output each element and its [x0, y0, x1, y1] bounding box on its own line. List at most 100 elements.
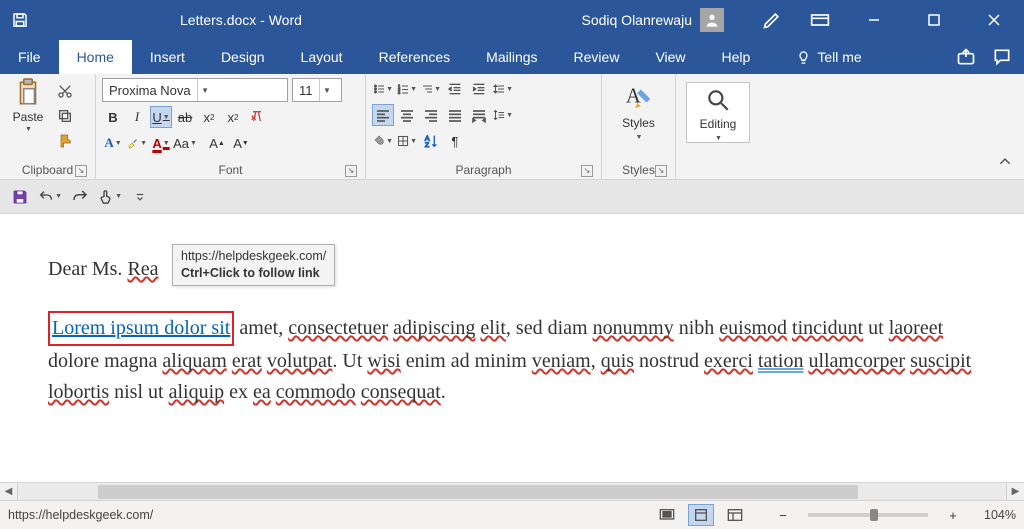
change-case-button[interactable]: Aa▼: [174, 132, 196, 154]
lightbulb-icon: [796, 50, 811, 65]
numbering-button[interactable]: 123▼: [396, 78, 418, 100]
font-launcher-icon[interactable]: ↘: [345, 165, 357, 177]
increase-indent-button[interactable]: [468, 78, 490, 100]
zoom-out-button[interactable]: −: [772, 504, 794, 526]
paste-button[interactable]: Paste ▼: [6, 78, 50, 152]
share-icon[interactable]: [956, 47, 976, 67]
decrease-indent-button[interactable]: [444, 78, 466, 100]
ribbon-tab-bar: File Home Insert Design Layout Reference…: [0, 40, 1024, 74]
save-button[interactable]: [8, 185, 32, 209]
highlight-box: Lorem ipsum dolor sit: [48, 311, 234, 346]
tab-design[interactable]: Design: [203, 40, 283, 74]
highlight-button[interactable]: ▼: [126, 132, 148, 154]
shrink-font-button[interactable]: A▼: [230, 132, 252, 154]
draw-mode-icon[interactable]: [748, 0, 796, 40]
paragraph-spacing-button[interactable]: ▼: [492, 104, 514, 126]
subscript-button[interactable]: x2: [198, 106, 220, 128]
touch-mode-button[interactable]: ▼: [98, 185, 122, 209]
underline-button[interactable]: U▼: [150, 106, 172, 128]
hyperlink-tooltip: https://helpdeskgeek.com/ Ctrl+Click to …: [172, 244, 335, 286]
bold-button[interactable]: B: [102, 106, 124, 128]
svg-text:3: 3: [398, 90, 401, 95]
chevron-down-icon: ▼: [715, 135, 722, 142]
tab-insert[interactable]: Insert: [132, 40, 203, 74]
scroll-right-button[interactable]: ▶: [1006, 483, 1024, 501]
align-right-button[interactable]: [420, 104, 442, 126]
editing-button[interactable]: Editing ▼: [686, 82, 750, 143]
status-bar: https://helpdeskgeek.com/ − + 104%: [0, 500, 1024, 529]
close-button[interactable]: [964, 0, 1024, 40]
title-bar: Letters.docx - Word Sodiq Olanrewaju: [0, 0, 1024, 40]
font-size-combo[interactable]: 11 ▼: [292, 78, 342, 102]
sort-button[interactable]: AZ: [420, 130, 442, 152]
zoom-in-button[interactable]: +: [942, 504, 964, 526]
horizontal-scrollbar[interactable]: ◀ ▶: [0, 482, 1024, 500]
tab-mailings[interactable]: Mailings: [468, 40, 555, 74]
print-layout-view-button[interactable]: [688, 504, 714, 526]
clipboard-launcher-icon[interactable]: ↘: [75, 165, 87, 177]
clear-formatting-button[interactable]: [246, 106, 268, 128]
line-spacing-button[interactable]: ▼: [492, 78, 514, 100]
scroll-thumb[interactable]: [98, 485, 858, 499]
group-clipboard: Paste ▼ Clipboard ↘: [0, 74, 96, 179]
tab-help[interactable]: Help: [704, 40, 769, 74]
superscript-button[interactable]: x2: [222, 106, 244, 128]
tab-layout[interactable]: Layout: [283, 40, 361, 74]
undo-button[interactable]: ▼: [38, 185, 62, 209]
tab-view[interactable]: View: [637, 40, 703, 74]
bullets-button[interactable]: ▼: [372, 78, 394, 100]
document-canvas[interactable]: https://helpdeskgeek.com/ Ctrl+Click to …: [0, 214, 1024, 482]
strikethrough-button[interactable]: ab: [174, 106, 196, 128]
tooltip-url: https://helpdeskgeek.com/: [181, 248, 326, 265]
copy-button[interactable]: [54, 105, 76, 127]
status-hyperlink-url: https://helpdeskgeek.com/: [8, 508, 153, 522]
avatar-icon: [700, 8, 724, 32]
autosave-icon: [0, 0, 40, 40]
grow-font-button[interactable]: A▲: [206, 132, 228, 154]
scroll-left-button[interactable]: ◀: [0, 483, 18, 501]
align-center-button[interactable]: [396, 104, 418, 126]
font-name-combo[interactable]: Proxima Nova ▼: [102, 78, 288, 102]
multilevel-list-button[interactable]: ▼: [420, 78, 442, 100]
chevron-down-icon[interactable]: ▼: [319, 79, 335, 101]
distributed-button[interactable]: [468, 104, 490, 126]
web-layout-view-button[interactable]: [722, 504, 748, 526]
cut-button[interactable]: [54, 80, 76, 102]
search-icon: [705, 87, 731, 113]
justify-button[interactable]: [444, 104, 466, 126]
tab-review[interactable]: Review: [556, 40, 638, 74]
paragraph-launcher-icon[interactable]: ↘: [581, 165, 593, 177]
font-color-button[interactable]: A▼: [150, 132, 172, 154]
zoom-slider-thumb[interactable]: [870, 509, 878, 521]
tab-home[interactable]: Home: [59, 40, 132, 74]
tab-references[interactable]: References: [361, 40, 469, 74]
zoom-level-label[interactable]: 104%: [972, 508, 1016, 522]
tab-file[interactable]: File: [0, 40, 59, 74]
chevron-down-icon[interactable]: ▼: [197, 79, 213, 101]
body-paragraph: Lorem ipsum dolor sit amet, consectetuer…: [48, 311, 976, 408]
styles-launcher-icon[interactable]: ↘: [655, 165, 667, 177]
account-area[interactable]: Sodiq Olanrewaju: [581, 8, 724, 32]
document-page: https://helpdeskgeek.com/ Ctrl+Click to …: [0, 214, 1024, 418]
zoom-slider[interactable]: [808, 513, 928, 517]
align-left-button[interactable]: [372, 104, 394, 126]
comments-icon[interactable]: [992, 47, 1012, 67]
tell-me-search[interactable]: Tell me: [784, 40, 873, 74]
maximize-button[interactable]: [904, 0, 964, 40]
styles-button[interactable]: A Styles ▼: [608, 78, 669, 141]
italic-button[interactable]: I: [126, 106, 148, 128]
redo-button[interactable]: [68, 185, 92, 209]
document-title: Letters.docx - Word: [180, 12, 302, 28]
borders-button[interactable]: ▼: [396, 130, 418, 152]
minimize-button[interactable]: [844, 0, 904, 40]
body-hyperlink[interactable]: Lorem ipsum dolor sit: [52, 317, 230, 339]
focus-mode-view-button[interactable]: [654, 504, 680, 526]
collapse-ribbon-button[interactable]: [994, 151, 1016, 173]
shading-button[interactable]: ▼: [372, 130, 394, 152]
scroll-track[interactable]: [18, 483, 1006, 500]
show-hide-button[interactable]: ¶: [444, 130, 466, 152]
qat-customize-button[interactable]: [128, 185, 152, 209]
ribbon-display-icon[interactable]: [796, 0, 844, 40]
format-painter-button[interactable]: [54, 130, 76, 152]
text-effects-button[interactable]: A▼: [102, 132, 124, 154]
